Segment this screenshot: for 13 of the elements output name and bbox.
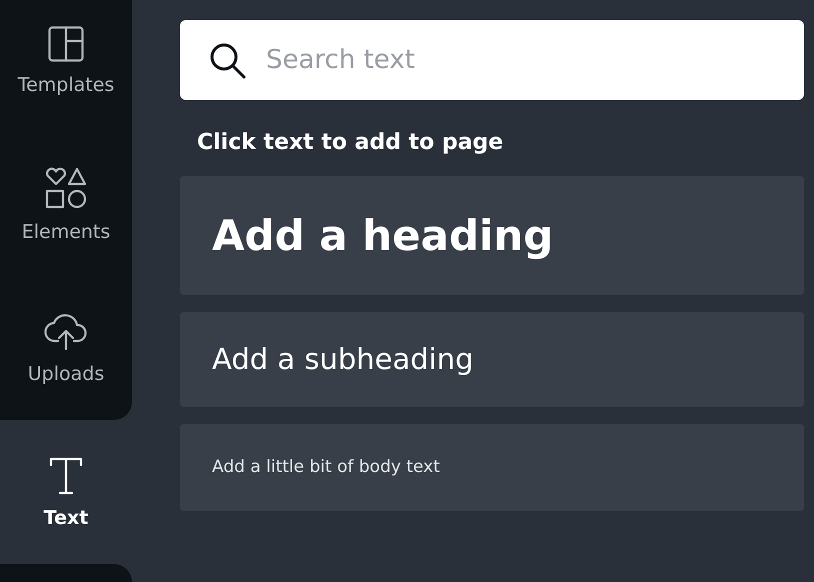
text-style-option[interactable]: Add a subheading — [180, 312, 804, 407]
search-field[interactable]: Search text — [180, 20, 804, 100]
text-icon — [49, 456, 83, 494]
sidebar-tab[interactable]: Templates — [0, 0, 132, 132]
text-style-option[interactable]: Add a little bit of body text — [180, 424, 804, 511]
layout-icon — [48, 26, 84, 62]
shapes-icon — [45, 166, 87, 208]
text-style-option[interactable]: Add a heading — [180, 176, 804, 295]
cloud-upload-icon — [44, 312, 88, 350]
section-title: Click text to add to page — [197, 132, 504, 154]
search-icon — [208, 41, 246, 79]
sidebar-tab[interactable]: Elements — [0, 132, 132, 276]
sidebar-tab[interactable]: Uploads — [0, 276, 132, 420]
